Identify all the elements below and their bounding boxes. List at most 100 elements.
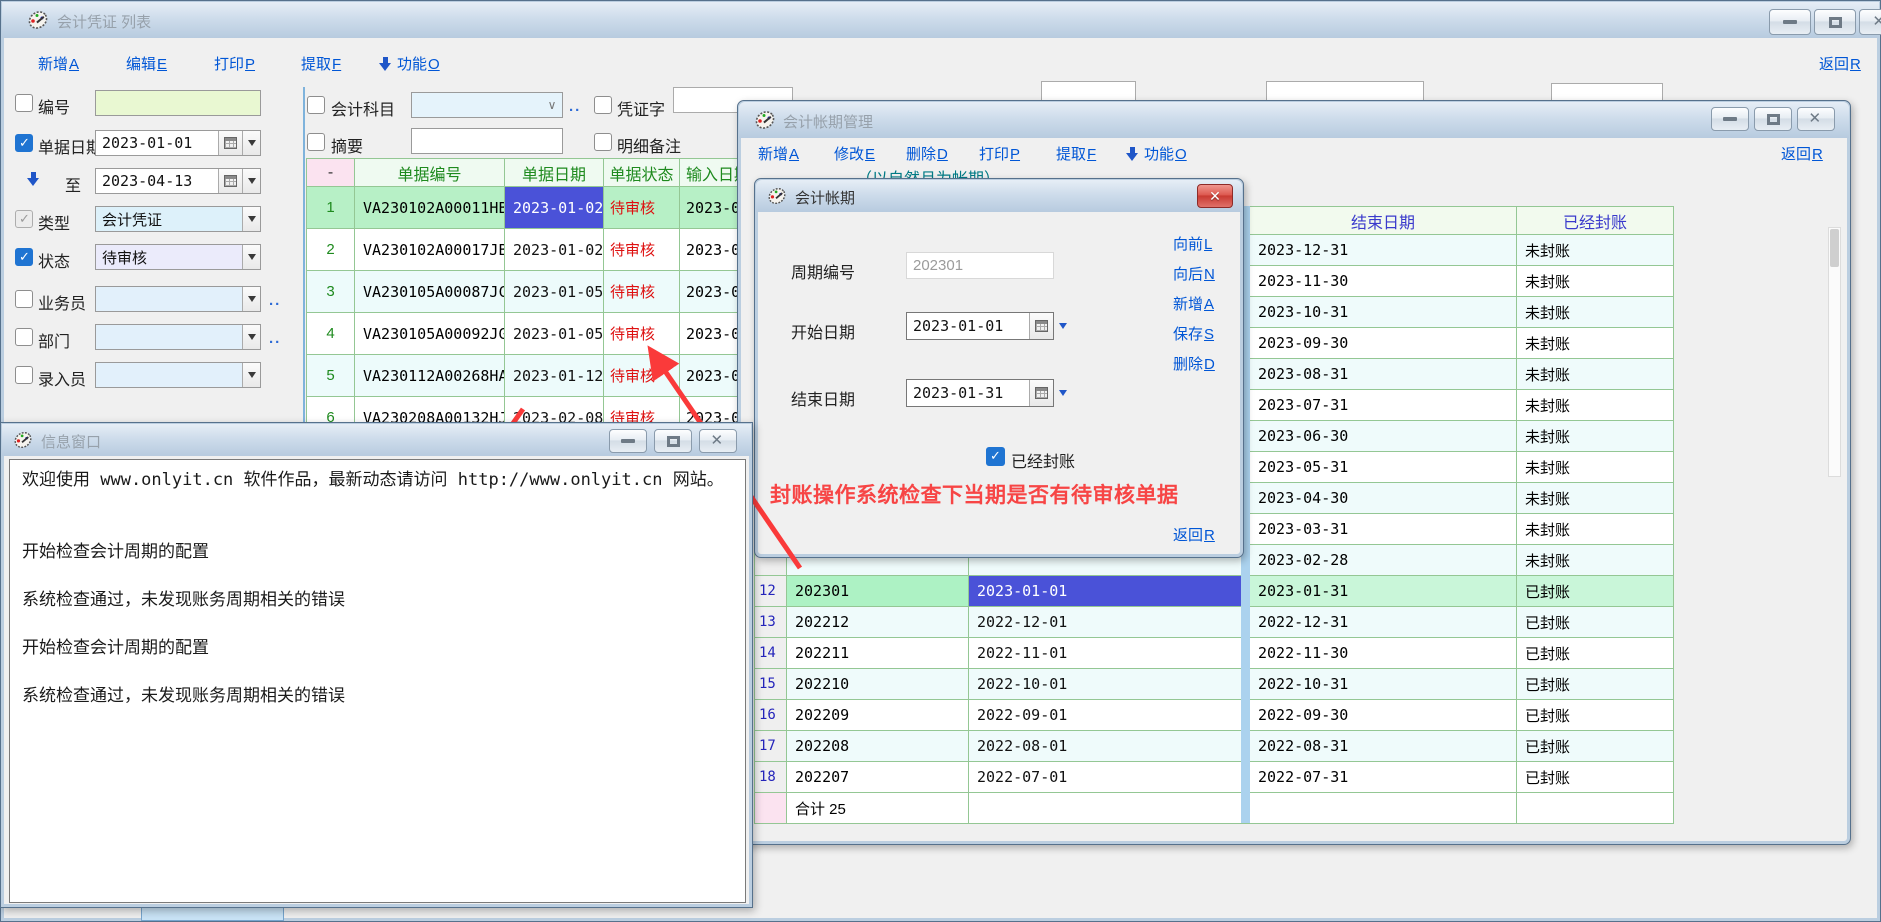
menu-item-prev[interactable]: 向前L [1173, 233, 1212, 254]
cell[interactable]: 2023-01-31 [1250, 576, 1517, 607]
chevron-down-icon[interactable] [1059, 323, 1067, 329]
cell[interactable]: 未封账 [1517, 297, 1674, 328]
entry-clerk-checkbox[interactable] [15, 366, 33, 384]
cell[interactable]: 2022-10-31 [1250, 669, 1517, 700]
column-header[interactable]: 单据状态 [604, 159, 680, 187]
menu-item-print[interactable]: 打印P [214, 53, 255, 74]
chevron-down-icon[interactable] [242, 245, 260, 269]
cell[interactable]: VA230102A00011HBG [355, 187, 505, 229]
cell[interactable]: 202208 [787, 731, 969, 762]
cell[interactable]: 2022-10-01 [969, 669, 1250, 700]
department-combo[interactable] [95, 324, 261, 350]
menu-item-functions[interactable]: 功能O [379, 53, 440, 74]
chevron-down-icon[interactable]: ∨ [542, 93, 562, 117]
start-date-input[interactable]: 2023-01-01 [906, 312, 1054, 340]
back-link[interactable]: 返回R [1819, 53, 1861, 74]
back-link[interactable]: 返回R [1173, 524, 1215, 545]
chevron-down-icon[interactable] [242, 207, 260, 231]
filter-input-fragment[interactable] [1551, 83, 1663, 101]
cell[interactable]: 2023-05-31 [1250, 452, 1517, 483]
column-header[interactable]: 结束日期 [1250, 207, 1517, 235]
accounting-subject-checkbox[interactable] [307, 96, 325, 114]
calendar-icon[interactable] [218, 131, 242, 155]
cell[interactable]: 待审核 [604, 229, 680, 271]
menu-item-next[interactable]: 向后N [1173, 263, 1215, 284]
cell[interactable]: 已封账 [1517, 607, 1674, 638]
scrollbar-thumb[interactable] [1830, 229, 1839, 267]
cell[interactable]: 未封账 [1517, 328, 1674, 359]
period-row[interactable]: 172022082022-08-012022-08-31已封账 [755, 731, 1674, 762]
period-titlebar[interactable] [739, 102, 1849, 138]
cell[interactable]: 4 [307, 313, 355, 355]
voucher-row[interactable]: 1VA230102A00011HBG2023-01-02待审核2023-0 [307, 187, 771, 229]
cell[interactable]: 2023-01-12 [505, 355, 604, 397]
menu-item-save[interactable]: 保存S [1173, 323, 1214, 344]
cell[interactable]: 2023-03-31 [1250, 514, 1517, 545]
status-checkbox[interactable] [15, 248, 33, 266]
cell[interactable]: 2023-08-31 [1250, 359, 1517, 390]
salesman-checkbox[interactable] [15, 290, 33, 308]
minimize-button[interactable] [1711, 107, 1749, 131]
close-button[interactable] [1797, 107, 1835, 131]
column-header[interactable]: 单据编号 [355, 159, 505, 187]
column-header[interactable]: 已经封账 [1517, 207, 1674, 235]
maximize-button[interactable] [1814, 9, 1856, 35]
cell[interactable]: 5 [307, 355, 355, 397]
menu-item-extract[interactable]: 提取F [1056, 143, 1096, 164]
department-checkbox[interactable] [15, 328, 33, 346]
menu-item-print[interactable]: 打印P [979, 143, 1020, 164]
voucher-row[interactable]: 2VA230102A00017JBF2023-01-02待审核2023-0 [307, 229, 771, 271]
status-combo[interactable]: 待审核 [95, 244, 261, 270]
number-input[interactable] [95, 90, 261, 116]
cell[interactable]: 2022-08-01 [969, 731, 1250, 762]
menu-item-modify[interactable]: 修改E [834, 143, 875, 164]
calendar-icon[interactable] [1029, 380, 1053, 406]
minimize-button[interactable] [1769, 9, 1811, 35]
cell[interactable]: 未封账 [1517, 514, 1674, 545]
cell[interactable]: 已封账 [1517, 700, 1674, 731]
doc-date-checkbox[interactable] [15, 134, 33, 152]
cell[interactable]: 18 [755, 762, 787, 793]
cell[interactable]: 17 [755, 731, 787, 762]
cell[interactable]: 1 [307, 187, 355, 229]
close-button[interactable] [699, 429, 737, 453]
cell[interactable]: 2023-07-31 [1250, 390, 1517, 421]
period-row[interactable]: 132022122022-12-012022-12-31已封账 [755, 607, 1674, 638]
salesman-picker-dots[interactable]: .. [269, 292, 281, 309]
menu-item-add[interactable]: 新增A [758, 143, 799, 164]
voucher-titlebar[interactable] [2, 2, 1879, 38]
chevron-down-icon[interactable] [242, 363, 260, 387]
cell[interactable]: 2023-02-28 [1250, 545, 1517, 576]
menu-item-delete[interactable]: 删除D [906, 143, 948, 164]
salesman-combo[interactable] [95, 286, 261, 312]
cell[interactable]: 2022-09-01 [969, 700, 1250, 731]
maximize-button[interactable] [654, 429, 692, 453]
menu-item-add[interactable]: 新增A [1173, 293, 1214, 314]
doc-date-date-field[interactable]: 2023-01-01 [95, 130, 261, 156]
number-checkbox[interactable] [15, 94, 33, 112]
cell[interactable]: 未封账 [1517, 266, 1674, 297]
menu-item-extract[interactable]: 提取F [301, 53, 341, 74]
calendar-icon[interactable] [1029, 313, 1053, 339]
cell[interactable]: 2 [307, 229, 355, 271]
period-row[interactable]: 182022072022-07-012022-07-31已封账 [755, 762, 1674, 793]
cell[interactable]: 202211 [787, 638, 969, 669]
entry-clerk-combo[interactable] [95, 362, 261, 388]
voucher-word-checkbox[interactable] [594, 96, 612, 114]
cell[interactable]: 未封账 [1517, 421, 1674, 452]
cell[interactable]: 15 [755, 669, 787, 700]
cell[interactable]: 2023-10-31 [1250, 297, 1517, 328]
period-row[interactable]: 142022112022-11-012022-11-30已封账 [755, 638, 1674, 669]
vertical-scrollbar[interactable] [1828, 227, 1841, 477]
menu-item-delete[interactable]: 删除D [1173, 353, 1215, 374]
cell[interactable]: 202209 [787, 700, 969, 731]
cell[interactable]: 2023-01-02 [505, 229, 604, 271]
cell[interactable]: 待审核 [604, 271, 680, 313]
cell[interactable]: 未封账 [1517, 235, 1674, 266]
period-number-input[interactable]: 202301 [906, 252, 1054, 279]
voucher-row[interactable]: 3VA230105A00087JCA2023-01-05待审核2023-0 [307, 271, 771, 313]
cell[interactable]: 3 [307, 271, 355, 313]
summary-input[interactable] [411, 128, 563, 154]
detail-note-checkbox[interactable] [594, 133, 612, 151]
cell[interactable]: 待审核 [604, 187, 680, 229]
